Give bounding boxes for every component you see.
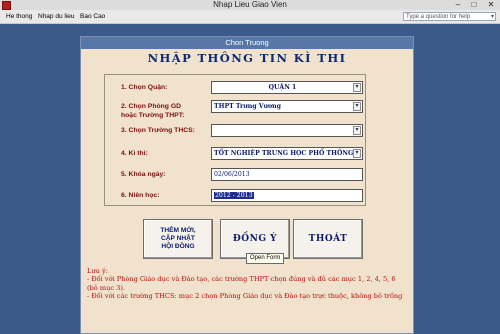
ki-thi-value: TỐT NGHIỆP TRUNG HỌC PHỔ THÔNG (214, 150, 354, 157)
help-dropdown-icon[interactable]: ▾ (491, 13, 494, 22)
window-title: Nhap Lieu Giao Vien (213, 0, 287, 9)
label-quan: 1. Chọn Quận: (121, 84, 168, 91)
phong-gd-value: THPT Trưng Vương (214, 103, 282, 110)
label-nien-hoc: 6. Niên học: (121, 192, 160, 199)
nien-hoc-value-wrap: 2012 - 2013 (214, 190, 254, 201)
chevron-down-icon[interactable]: ▾ (353, 83, 361, 92)
khoa-ngay-value: 02/06/2013 (214, 171, 250, 178)
menu-bar: He thong Nhap du lieu Bao Cao Type a que… (0, 10, 500, 24)
form-title-bar: Chon Truong (81, 37, 413, 49)
close-button[interactable]: ✕ (484, 0, 498, 10)
notes-section: Lưu ý: - Đối với Phòng Giáo dục và Đào t… (87, 267, 405, 301)
phong-gd-combobox[interactable]: THPT Trưng Vương ▾ (211, 100, 363, 113)
label-khoa-ngay: 5. Khóa ngày: (121, 171, 166, 178)
minimize-button[interactable]: – (451, 0, 465, 10)
notes-line-2: - Đối với các trường THCS: mục 2 chọn Ph… (87, 292, 405, 301)
truong-thcs-combobox[interactable]: ▾ (211, 124, 363, 137)
nien-hoc-value: 2012 - 2013 (214, 192, 254, 199)
maximize-button[interactable]: □ (467, 0, 481, 10)
help-search-placeholder: Type a question for help (406, 14, 471, 20)
help-search-input[interactable]: Type a question for help ▾ (403, 12, 496, 21)
label-truong-thcs: 3. Chọn Trường THCS: (121, 127, 195, 134)
label-ki-thi: 4. Kì thi: (121, 150, 148, 157)
window-title-bar: Nhap Lieu Giao Vien – □ ✕ (0, 0, 500, 10)
form-heading: NHẬP THÔNG TIN KÌ THI (147, 51, 347, 65)
ki-thi-combobox[interactable]: TỐT NGHIỆP TRUNG HỌC PHỔ THÔNG ▾ (211, 147, 363, 160)
menu-item-bao-cao[interactable]: Bao Cao (80, 10, 105, 23)
label-phong-gd: 2. Chọn Phòng GD hoặc Trường THPT: (121, 103, 185, 119)
menu-item-he-thong[interactable]: He thong (6, 10, 32, 23)
them-moi-cap-nhat-hoi-dong-button[interactable]: THÊM MỚI, CẬP NHẬT HỘI ĐỒNG (143, 219, 213, 259)
chevron-down-icon[interactable]: ▾ (353, 102, 361, 111)
quan-value: QUẬN 1 (268, 84, 297, 91)
notes-line-1: - Đối với Phòng Giáo dục và Đào tạo, các… (87, 275, 396, 292)
nien-hoc-input[interactable]: 2012 - 2013 (211, 189, 363, 202)
khoa-ngay-input[interactable]: 02/06/2013 (211, 168, 363, 181)
chevron-down-icon[interactable]: ▾ (353, 126, 361, 135)
chevron-down-icon[interactable]: ▾ (353, 149, 361, 158)
input-panel: 1. Chọn Quận: QUẬN 1 ▾ 2. Chọn Phòng GD … (104, 74, 366, 206)
open-form-tooltip: Open Form (246, 253, 285, 264)
menu-item-nhap-du-lieu[interactable]: Nhap du lieu (38, 10, 75, 23)
quan-combobox[interactable]: QUẬN 1 ▾ (211, 81, 363, 94)
thoat-button[interactable]: THOÁT (293, 219, 363, 259)
chon-truong-form: Chon Truong NHẬP THÔNG TIN KÌ THI 1. Chọ… (80, 36, 414, 334)
